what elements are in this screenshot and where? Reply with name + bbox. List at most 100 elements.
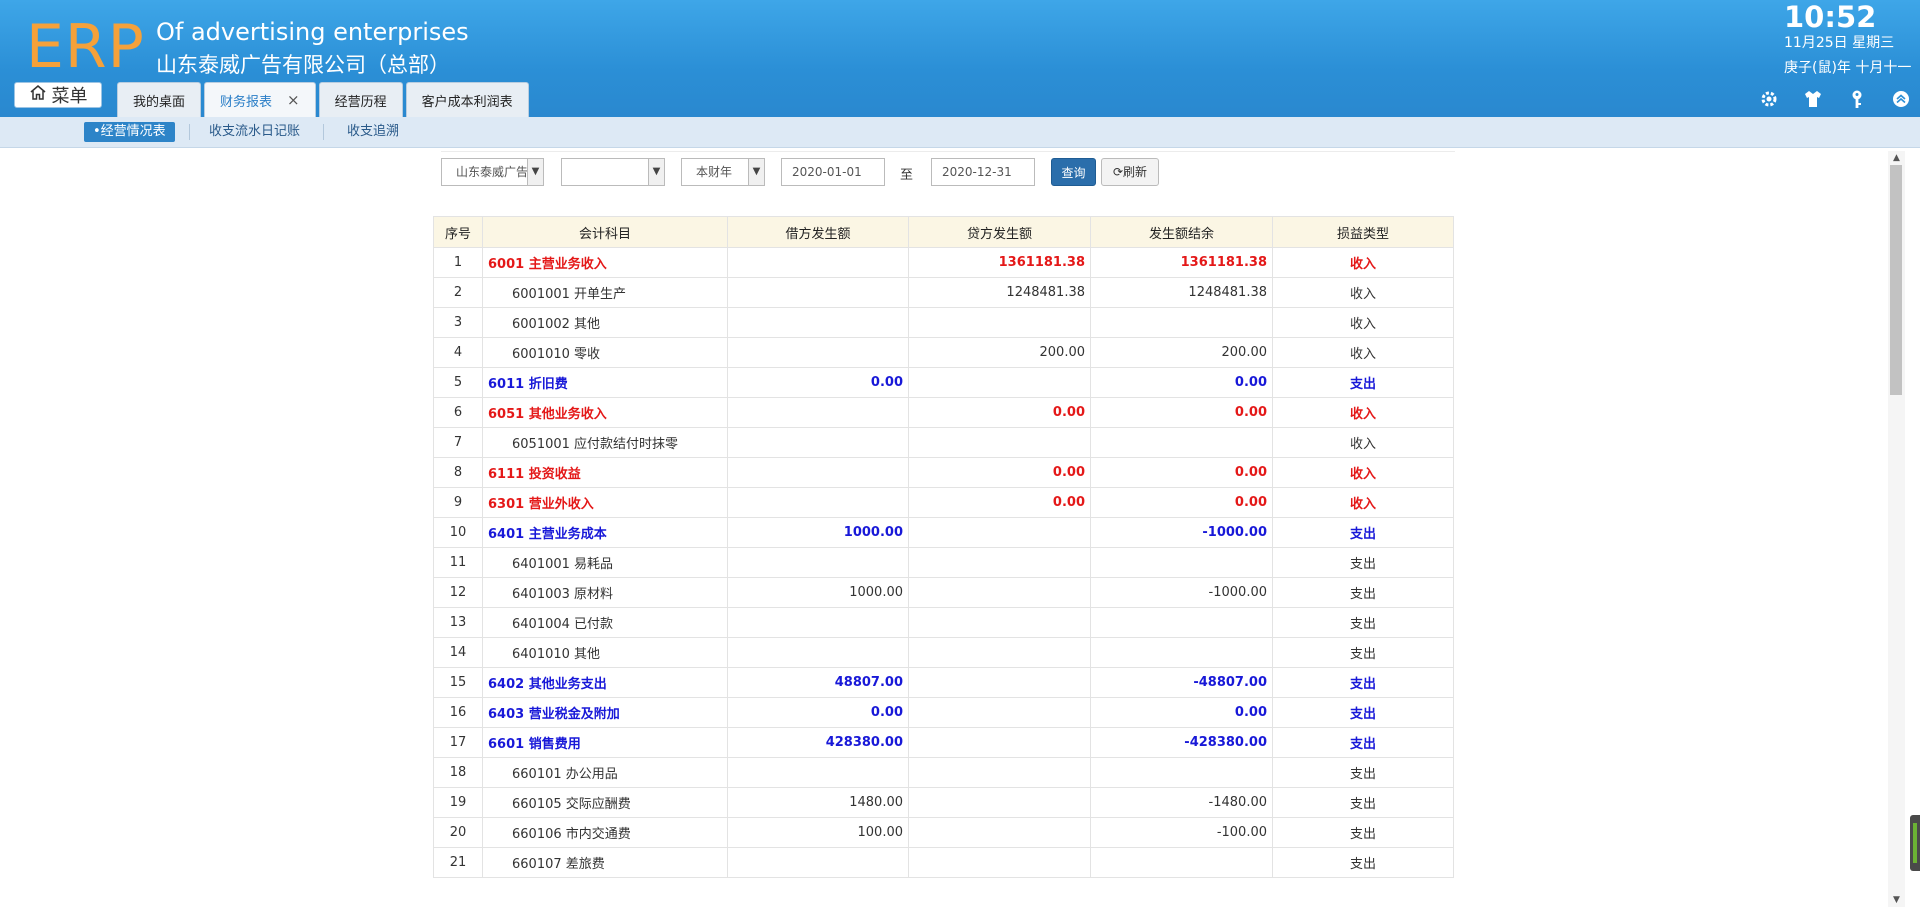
gear-icon[interactable] <box>1758 88 1779 109</box>
period-select[interactable]: 本财年 ▼ <box>681 158 765 186</box>
refresh-label: 刷新 <box>1123 165 1148 179</box>
table-row[interactable]: 17 6601 销售费用 428380.00 -428380.00 支出 <box>433 727 1454 758</box>
cell-no: 11 <box>433 547 483 578</box>
cell-credit <box>908 787 1091 818</box>
table-row[interactable]: 4 6001010 零收 200.00 200.00 收入 <box>433 337 1454 368</box>
sub-navigation: •经营情况表 收支流水日记账 收支追溯 <box>0 117 1920 148</box>
end-date-input[interactable]: 2020-12-31 <box>931 158 1035 186</box>
table-row[interactable]: 18 660101 办公用品 支出 <box>433 757 1454 788</box>
cell-credit <box>908 667 1091 698</box>
col-header-credit[interactable]: 贷方发生额 <box>908 216 1091 248</box>
tab-my-desktop[interactable]: 我的桌面 <box>117 82 202 117</box>
table-row[interactable]: 13 6401004 已付款 支出 <box>433 607 1454 638</box>
app-title-en: Of advertising enterprises <box>156 18 469 46</box>
date-range-separator: 至 <box>900 168 914 183</box>
cell-type: 支出 <box>1272 547 1454 578</box>
subnav-trace[interactable]: 收支追溯 <box>347 122 399 142</box>
cell-credit: 1248481.38 <box>908 277 1091 308</box>
cell-credit <box>908 817 1091 848</box>
cell-balance: 1248481.38 <box>1090 277 1273 308</box>
company-title: 山东泰威广告有限公司（总部） <box>156 53 450 77</box>
cell-credit <box>908 727 1091 758</box>
subnav-business-status[interactable]: •经营情况表 <box>84 122 175 142</box>
table-row[interactable]: 2 6001001 开单生产 1248481.38 1248481.38 收入 <box>433 277 1454 308</box>
side-widget-handle[interactable] <box>1910 815 1920 871</box>
shirt-icon[interactable] <box>1802 88 1823 109</box>
key-icon[interactable] <box>1846 88 1867 109</box>
vertical-scrollbar[interactable]: ▲ ▼ <box>1888 151 1905 907</box>
cell-subject: 6401010 其他 <box>482 637 728 668</box>
refresh-button[interactable]: ⟳刷新 <box>1101 158 1159 186</box>
table-row[interactable]: 3 6001002 其他 收入 <box>433 307 1454 338</box>
table-row[interactable]: 11 6401001 易耗品 支出 <box>433 547 1454 578</box>
col-header-no[interactable]: 序号 <box>433 216 483 248</box>
cell-type: 支出 <box>1272 817 1454 848</box>
collapse-icon[interactable] <box>1890 88 1911 109</box>
table-row[interactable]: 21 660107 差旅费 支出 <box>433 847 1454 878</box>
table-row[interactable]: 5 6011 折旧费 0.00 0.00 支出 <box>433 367 1454 398</box>
erp-logo: ERP <box>26 12 145 82</box>
cell-type: 支出 <box>1272 727 1454 758</box>
cell-balance: -1000.00 <box>1090 517 1273 548</box>
cell-subject: 6402 其他业务支出 <box>482 667 728 698</box>
clock-lunar-date: 庚子(鼠)年 十月十一 <box>1784 60 1912 76</box>
query-button[interactable]: 查询 <box>1051 158 1096 186</box>
col-header-type[interactable]: 损益类型 <box>1272 216 1454 248</box>
start-date-input[interactable]: 2020-01-01 <box>781 158 885 186</box>
cell-balance: -1480.00 <box>1090 787 1273 818</box>
table-row[interactable]: 20 660106 市内交通费 100.00 -100.00 支出 <box>433 817 1454 848</box>
cell-type: 支出 <box>1272 697 1454 728</box>
table-row[interactable]: 12 6401003 原材料 1000.00 -1000.00 支出 <box>433 577 1454 608</box>
cell-subject: 6601 销售费用 <box>482 727 728 758</box>
table-row[interactable]: 9 6301 营业外收入 0.00 0.00 收入 <box>433 487 1454 518</box>
cell-no: 17 <box>433 727 483 758</box>
table-row[interactable]: 7 6051001 应付款结付时抹零 收入 <box>433 427 1454 458</box>
scrollbar-thumb[interactable] <box>1890 165 1902 395</box>
cell-credit <box>908 547 1091 578</box>
scroll-up-icon[interactable]: ▲ <box>1888 151 1905 165</box>
secondary-select[interactable]: ▼ <box>561 158 665 186</box>
table-row[interactable]: 8 6111 投资收益 0.00 0.00 收入 <box>433 457 1454 488</box>
cell-credit <box>908 307 1091 338</box>
tab-business-history[interactable]: 经营历程 <box>318 82 403 117</box>
cell-balance: 0.00 <box>1090 367 1273 398</box>
cell-subject: 660105 交际应酬费 <box>482 787 728 818</box>
tab-customer-cost-profit[interactable]: 客户成本利润表 <box>405 82 529 117</box>
cell-balance: 0.00 <box>1090 457 1273 488</box>
cell-subject: 6001 主营业务收入 <box>482 247 728 278</box>
cell-subject: 6401004 已付款 <box>482 607 728 638</box>
cell-no: 7 <box>433 427 483 458</box>
table-row[interactable]: 19 660105 交际应酬费 1480.00 -1480.00 支出 <box>433 787 1454 818</box>
cell-debit <box>727 487 909 518</box>
menu-button[interactable]: 菜单 <box>14 82 102 108</box>
cell-no: 6 <box>433 397 483 428</box>
cell-debit: 48807.00 <box>727 667 909 698</box>
table-row[interactable]: 6 6051 其他业务收入 0.00 0.00 收入 <box>433 397 1454 428</box>
cell-credit: 0.00 <box>908 457 1091 488</box>
cell-no: 19 <box>433 787 483 818</box>
cell-debit: 0.00 <box>727 367 909 398</box>
cell-type: 收入 <box>1272 277 1454 308</box>
table-row[interactable]: 1 6001 主营业务收入 1361181.38 1361181.38 收入 <box>433 247 1454 278</box>
scroll-down-icon[interactable]: ▼ <box>1888 893 1905 907</box>
cell-balance <box>1090 607 1273 638</box>
company-select-value: 山东泰威广告 <box>456 165 529 179</box>
cell-debit <box>727 307 909 338</box>
cell-subject: 6403 营业税金及附加 <box>482 697 728 728</box>
table-row[interactable]: 14 6401010 其他 支出 <box>433 637 1454 668</box>
company-select[interactable]: 山东泰威广告 ▼ <box>441 158 544 186</box>
close-icon[interactable]: × <box>287 91 300 109</box>
table-row[interactable]: 10 6401 主营业务成本 1000.00 -1000.00 支出 <box>433 517 1454 548</box>
col-header-subject[interactable]: 会计科目 <box>482 216 728 248</box>
table-row[interactable]: 15 6402 其他业务支出 48807.00 -48807.00 支出 <box>433 667 1454 698</box>
cell-no: 13 <box>433 607 483 638</box>
cell-type: 支出 <box>1272 637 1454 668</box>
cell-debit: 100.00 <box>727 817 909 848</box>
col-header-debit[interactable]: 借方发生额 <box>727 216 909 248</box>
cell-debit: 428380.00 <box>727 727 909 758</box>
col-header-balance[interactable]: 发生额结余 <box>1090 216 1273 248</box>
subnav-cashflow-journal[interactable]: 收支流水日记账 <box>209 122 300 142</box>
tab-financial-report[interactable]: 财务报表 × <box>204 82 316 117</box>
table-row[interactable]: 16 6403 营业税金及附加 0.00 0.00 支出 <box>433 697 1454 728</box>
menu-label: 菜单 <box>51 86 88 107</box>
